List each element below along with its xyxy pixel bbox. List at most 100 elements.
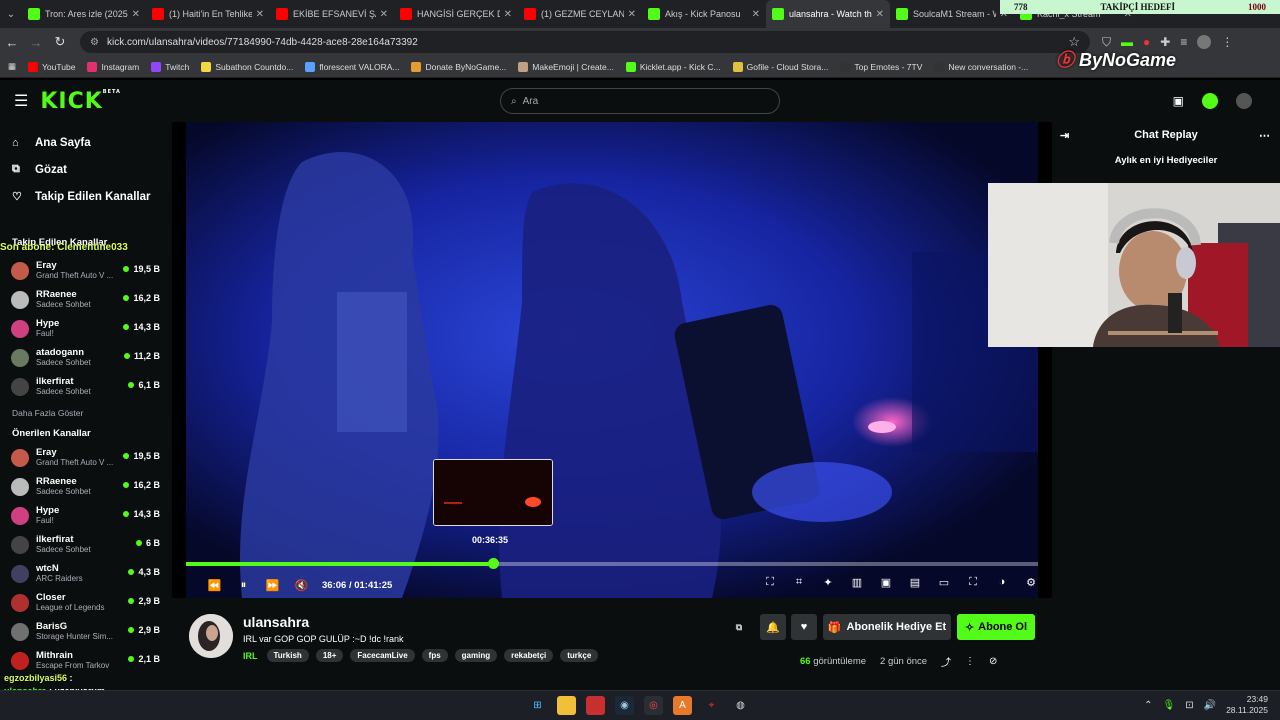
valorant-icon[interactable]: ⌖	[702, 696, 721, 715]
sidebar-nav-item[interactable]: ⌂ Ana Sayfa	[0, 129, 172, 156]
channel-name[interactable]: ulansahra	[243, 614, 309, 630]
tv-icon[interactable]: ▣	[1173, 94, 1184, 108]
clock[interactable]: 23:49 28.11.2025	[1226, 694, 1268, 716]
bookmark-item[interactable]: New conversation -...	[934, 61, 1028, 72]
chrome-icon[interactable]: ◎	[644, 696, 663, 715]
bookmark-item[interactable]: Instagram	[87, 61, 139, 72]
fast-forward-icon[interactable]: ⏩	[258, 579, 287, 592]
settings-gear-icon[interactable]: ⚙	[1022, 576, 1040, 589]
sidebar-channel[interactable]: Mithrain Escape From Tarkov 2,1 B	[0, 646, 172, 675]
more-menu-icon[interactable]: ⋮	[1221, 35, 1233, 49]
voicemeeter-icon[interactable]	[586, 696, 605, 715]
menu-icon[interactable]: ☰	[14, 91, 28, 111]
bookmark-item[interactable]: Donate ByNoGame...	[411, 61, 506, 72]
tag-chip[interactable]: Turkish	[266, 649, 309, 662]
pip-icon[interactable]: ▣	[877, 576, 895, 589]
sidebar-channel[interactable]: atadogann Sadece Sohbet 11,2 B	[0, 343, 172, 372]
tag-chip[interactable]: gaming	[454, 649, 498, 662]
bookmark-item[interactable]: Kicklet.app - Kick C...	[625, 61, 721, 72]
app-orange-icon[interactable]: A	[673, 696, 692, 715]
close-tab-icon[interactable]: ✕	[504, 9, 512, 20]
network-icon[interactable]: ⊡	[1185, 700, 1193, 711]
profile-avatar[interactable]	[1197, 35, 1212, 49]
tab-search-icon[interactable]: ⌄	[0, 0, 22, 28]
user-avatar[interactable]	[1236, 93, 1252, 109]
fullscreen-icon[interactable]: ⛶	[964, 576, 982, 589]
bookmark-item[interactable]: Top Emotes - 7TV	[840, 61, 922, 72]
volume-icon[interactable]: 🔊	[1204, 700, 1216, 711]
reload-icon[interactable]: ↻	[48, 34, 72, 50]
stats-icon[interactable]: ▥	[848, 576, 866, 589]
kick-coin-icon[interactable]	[1202, 93, 1218, 109]
chat-more-icon[interactable]: ⋯	[1259, 129, 1270, 142]
browser-tab[interactable]: EKİBE EFSANEVİ ŞAKA ✕	[270, 0, 394, 28]
close-tab-icon[interactable]: ✕	[752, 9, 760, 20]
speed-icon[interactable]: ◑	[993, 576, 1011, 589]
tag-chip[interactable]: FacecamLive	[350, 649, 415, 662]
gift-subscription-button[interactable]: 🎁 Abonelik Hediye Et	[823, 614, 951, 640]
search-input[interactable]: ⌕ Ara	[500, 88, 780, 114]
sidebar-channel[interactable]: RRaenee Sadece Sohbet 16,2 B	[0, 285, 172, 314]
progress-scrubber[interactable]	[487, 558, 499, 569]
bookmark-item[interactable]: Gofile - Cloud Stora...	[732, 61, 828, 72]
cast-icon[interactable]: ▤	[906, 576, 924, 589]
hide-icon[interactable]: ⊘	[989, 656, 997, 667]
more-options-icon[interactable]: ⋮	[965, 656, 975, 667]
progress-bar[interactable]	[186, 558, 1038, 569]
start-icon[interactable]: ⊞	[528, 696, 547, 715]
back-icon[interactable]: ←	[0, 35, 24, 50]
clip-crop-icon[interactable]: ⛶	[761, 576, 779, 589]
notification-bell-button[interactable]: 🔔	[760, 614, 786, 640]
browser-tab[interactable]: HANGİSİ GERÇEK DO ✕	[394, 0, 518, 28]
file-explorer-icon[interactable]	[557, 696, 576, 715]
sparkle-icon[interactable]: ✦	[819, 576, 837, 589]
subscribe-button[interactable]: ✧ Abone Ol	[957, 614, 1035, 640]
sidebar-channel[interactable]: wtcN ARC Raiders 4,3 B	[0, 559, 172, 588]
close-tab-icon[interactable]: ✕	[876, 9, 884, 20]
rewind-icon[interactable]: ⏪	[200, 579, 229, 592]
forward-icon[interactable]: →	[24, 35, 48, 50]
browser-tab[interactable]: (1) GEZME CEYLAN - ✕	[518, 0, 642, 28]
bookmark-item[interactable]: Twitch	[151, 61, 189, 72]
apps-grid-icon[interactable]: ▦	[8, 61, 16, 72]
browser-tab[interactable]: Tron: Ares izle (2025) ✕	[22, 0, 146, 28]
site-info-icon[interactable]: ⚙	[90, 37, 99, 48]
bookmark-item[interactable]: Subathon Countdo...	[201, 61, 293, 72]
obs-icon[interactable]: ◍	[731, 696, 750, 715]
channel-avatar[interactable]	[189, 614, 233, 658]
kick-logo[interactable]: KICKBETA	[40, 89, 121, 114]
tag-chip[interactable]: rekabetçi	[504, 649, 554, 662]
tray-expand-icon[interactable]: ⌃	[1144, 700, 1152, 711]
sidebar-channel[interactable]: Closer League of Legends 2,9 B	[0, 588, 172, 617]
popout-icon[interactable]: ⧉	[732, 614, 746, 640]
pause-icon[interactable]: ⏸	[229, 579, 258, 592]
tag-chip[interactable]: 18+	[315, 649, 344, 662]
media-icon[interactable]: ≡	[1180, 35, 1187, 49]
browser-tab[interactable]: Akış - Kick Panosu ✕	[642, 0, 766, 28]
video-player[interactable]: 00:36:35 ⏪ ⏸ ⏩ 🔇 36:06 / 01:41:25 ⛶ ⌗ ✦ …	[172, 122, 1052, 598]
mute-icon[interactable]: 🔇	[287, 579, 316, 592]
sidebar-channel[interactable]: Hype Faul! 14,3 B	[0, 314, 172, 343]
share-icon[interactable]: ⤴	[941, 654, 951, 669]
close-tab-icon[interactable]: ✕	[380, 9, 388, 20]
category-link[interactable]: IRL	[243, 651, 258, 661]
bookmark-item[interactable]: MakeEmoji | Create...	[518, 61, 614, 72]
sidebar-channel[interactable]: BarisG Storage Hunter Sim... 2,9 B	[0, 617, 172, 646]
browser-tab[interactable]: SoulcaM1 Stream - W ✕	[890, 0, 1014, 28]
tag-chip[interactable]: fps	[421, 649, 448, 662]
sidebar-nav-item[interactable]: ♡ Takip Edilen Kanallar	[0, 183, 172, 210]
crop-icon[interactable]: ⌗	[790, 576, 808, 589]
tag-chip[interactable]: turkçe	[560, 649, 599, 662]
browser-tab[interactable]: ulansahra - Watch the ✕	[766, 0, 890, 28]
follow-heart-button[interactable]: ♥	[791, 614, 817, 640]
sidebar-channel[interactable]: ilkerfirat Sadece Sohbet 6 B	[0, 530, 172, 559]
sidebar-nav-item[interactable]: ⧉ Gözat	[0, 156, 172, 183]
close-tab-icon[interactable]: ✕	[256, 9, 264, 20]
sidebar-channel[interactable]: RRaenee Sadece Sohbet 16,2 B	[0, 472, 172, 501]
microphone-icon[interactable]: 🎙	[1163, 700, 1176, 711]
sidebar-channel[interactable]: Eray Grand Theft Auto V ... 19,5 B	[0, 256, 172, 285]
theater-mode-icon[interactable]: ▭	[935, 576, 953, 589]
collapse-chat-icon[interactable]: ⇥	[1060, 129, 1069, 142]
steam-icon[interactable]: ◉	[615, 696, 634, 715]
close-tab-icon[interactable]: ✕	[132, 9, 140, 20]
